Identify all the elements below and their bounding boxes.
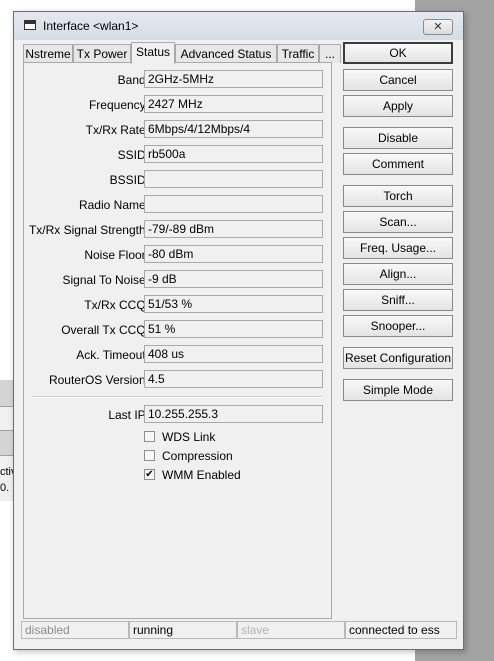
noise-floor-label: Noise Floor: xyxy=(84,248,149,262)
tx-rx-ccq-label: Tx/Rx CCQ: xyxy=(84,298,149,312)
ssid-field[interactable]: rb500a xyxy=(144,145,323,163)
field-row-tx-rx-rate: Tx/Rx Rate: 6Mbps/4/12Mbps/4 xyxy=(24,120,333,140)
tx-rx-rate-label: Tx/Rx Rate: xyxy=(85,123,149,137)
tx-rx-ccq-field[interactable]: 51/53 % xyxy=(144,295,323,313)
ack-timeout-field[interactable]: 408 us xyxy=(144,345,323,363)
background-toolbar xyxy=(0,380,14,407)
last-ip-label: Last IP: xyxy=(108,408,149,422)
overall-tx-ccq-field[interactable]: 51 % xyxy=(144,320,323,338)
bssid-field[interactable] xyxy=(144,170,323,188)
field-row-frequency: Frequency: 2427 MHz xyxy=(24,95,333,115)
routeros-version-field[interactable]: 4.5 xyxy=(144,370,323,388)
wmm-enabled-checkbox[interactable]: ✔ xyxy=(144,469,155,480)
noise-floor-field[interactable]: -80 dBm xyxy=(144,245,323,263)
scan-button[interactable]: Scan... xyxy=(343,211,453,233)
freq-usage-button[interactable]: Freq. Usage... xyxy=(343,237,453,259)
ok-button[interactable]: OK xyxy=(343,42,453,64)
status-running: running xyxy=(129,621,237,639)
window-title: Interface <wlan1> xyxy=(43,19,139,33)
field-row-bssid: BSSID: xyxy=(24,170,333,190)
signal-to-noise-label: Signal To Noise: xyxy=(62,273,150,287)
tab-status[interactable]: Status xyxy=(131,42,175,64)
field-row-ack-timeout: Ack. Timeout: 408 us xyxy=(24,345,333,365)
signal-strength-label: Tx/Rx Signal Strength: xyxy=(28,223,149,237)
tab-nstreme[interactable]: Nstreme xyxy=(23,44,73,63)
torch-button[interactable]: Torch xyxy=(343,185,453,207)
field-row-band: Band: 2GHz-5MHz xyxy=(24,70,333,90)
wds-link-label: WDS Link xyxy=(162,430,216,444)
sniff-button[interactable]: Sniff... xyxy=(343,289,453,311)
close-icon: ✕ xyxy=(433,21,443,33)
tab-advanced-status[interactable]: Advanced Status xyxy=(175,44,277,63)
apply-button[interactable]: Apply xyxy=(343,95,453,117)
status-state: disabled xyxy=(21,621,129,639)
snooper-button[interactable]: Snooper... xyxy=(343,315,453,337)
field-row-routeros-version: RouterOS Version: 4.5 xyxy=(24,370,333,390)
wds-link-checkbox[interactable] xyxy=(144,431,155,442)
field-row-signal-strength: Tx/Rx Signal Strength: -79/-89 dBm xyxy=(24,220,333,240)
background-cell-text: 0. xyxy=(0,482,10,494)
field-row-noise-floor: Noise Floor: -80 dBm xyxy=(24,245,333,265)
frequency-field[interactable]: 2427 MHz xyxy=(144,95,323,113)
simple-mode-button[interactable]: Simple Mode xyxy=(343,379,453,401)
field-row-tx-rx-ccq: Tx/Rx CCQ: 51/53 % xyxy=(24,295,333,315)
reset-configuration-button[interactable]: Reset Configuration xyxy=(343,347,453,369)
last-ip-field[interactable]: 10.255.255.3 xyxy=(144,405,323,423)
window-icon xyxy=(24,20,36,30)
frequency-label: Frequency: xyxy=(88,98,149,112)
ack-timeout-label: Ack. Timeout: xyxy=(76,348,149,362)
comment-button[interactable]: Comment xyxy=(343,153,453,175)
field-row-last-ip: Last IP: 10.255.255.3 xyxy=(24,405,333,425)
align-button[interactable]: Align... xyxy=(343,263,453,285)
wmm-enabled-label: WMM Enabled xyxy=(162,468,241,482)
radio-name-label: Radio Name: xyxy=(78,198,149,212)
tx-rx-rate-field[interactable]: 6Mbps/4/12Mbps/4 xyxy=(144,120,323,138)
tab-more[interactable]: ... xyxy=(319,44,341,63)
field-row-ssid: SSID: rb500a xyxy=(24,145,333,165)
close-button[interactable]: ✕ xyxy=(423,19,453,35)
interface-dialog: Interface <wlan1> ✕ Nstreme Tx Power Sta… xyxy=(13,11,464,650)
field-row-overall-tx-ccq: Overall Tx CCQ: 51 % xyxy=(24,320,333,340)
status-connection: connected to ess xyxy=(345,621,457,639)
radio-name-field[interactable] xyxy=(144,195,323,213)
tab-tx-power[interactable]: Tx Power xyxy=(73,44,131,63)
status-panel: Band: 2GHz-5MHz Frequency: 2427 MHz Tx/R… xyxy=(23,62,332,619)
cancel-button[interactable]: Cancel xyxy=(343,69,453,91)
background-table-header xyxy=(0,430,14,456)
disable-button[interactable]: Disable xyxy=(343,127,453,149)
band-field[interactable]: 2GHz-5MHz xyxy=(144,70,323,88)
overall-tx-ccq-label: Overall Tx CCQ: xyxy=(61,323,149,337)
field-row-radio-name: Radio Name: xyxy=(24,195,333,215)
section-divider xyxy=(32,396,322,398)
compression-checkbox[interactable] xyxy=(144,450,155,461)
signal-strength-field[interactable]: -79/-89 dBm xyxy=(144,220,323,238)
compression-label: Compression xyxy=(162,449,233,463)
title-bar[interactable]: Interface <wlan1> ✕ xyxy=(14,12,463,40)
status-role: slave xyxy=(237,621,345,639)
signal-to-noise-field[interactable]: -9 dB xyxy=(144,270,323,288)
routeros-version-label: RouterOS Version: xyxy=(48,373,149,387)
field-row-signal-to-noise: Signal To Noise: -9 dB xyxy=(24,270,333,290)
tab-traffic[interactable]: Traffic xyxy=(277,44,319,63)
